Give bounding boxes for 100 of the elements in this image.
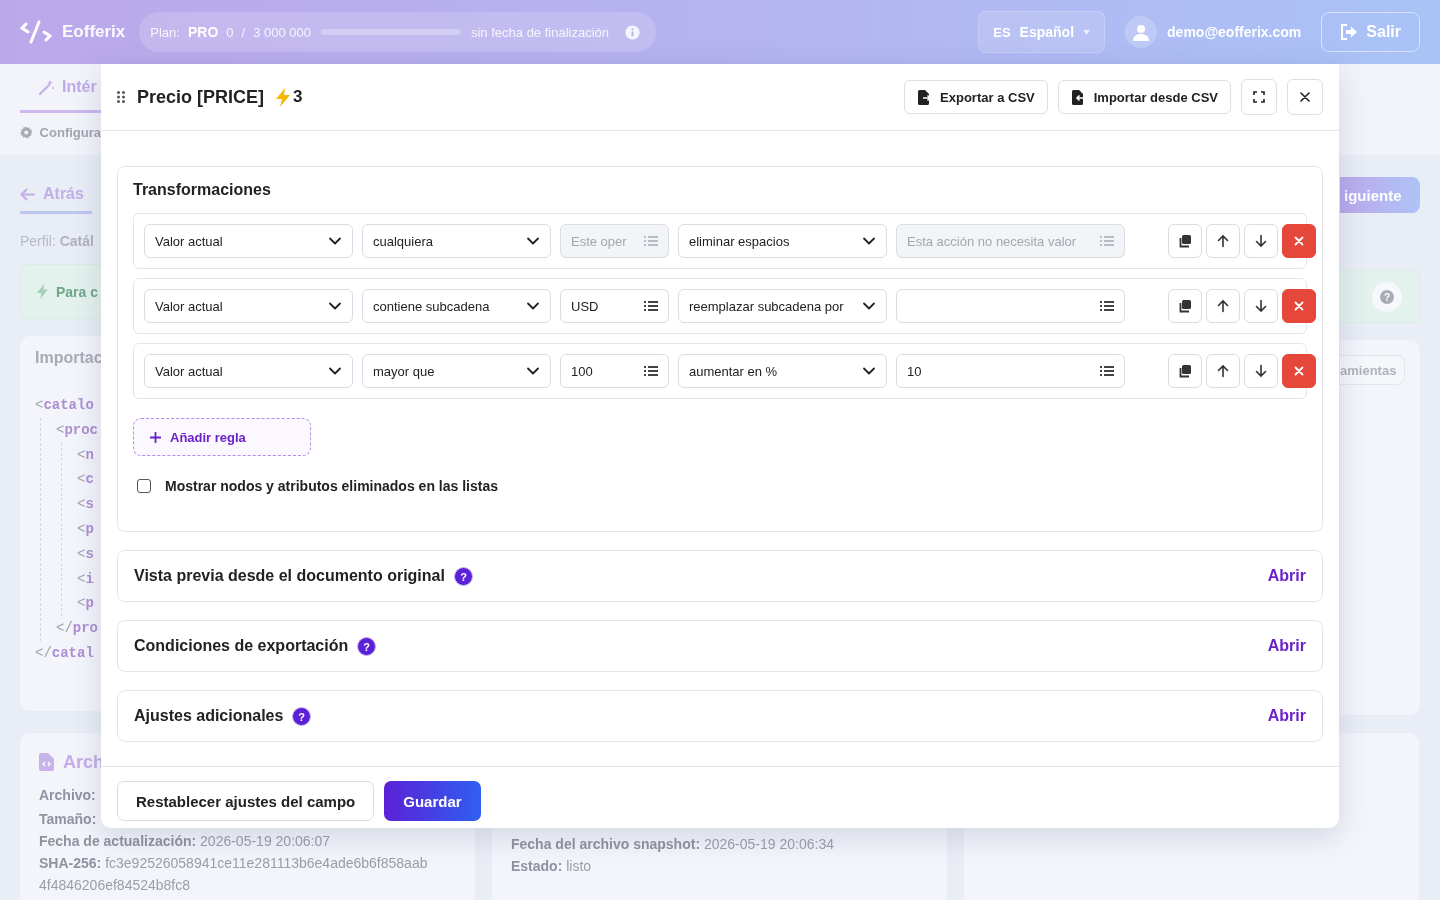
detail-value: 2026-05-19 20:06:07 [200, 833, 331, 849]
dropdown[interactable]: reemplazar subcadena por [678, 289, 887, 323]
logo-icon [20, 20, 52, 44]
plus-icon [150, 431, 161, 443]
reset-button[interactable]: Restablecer ajustes del campo [117, 781, 375, 821]
delete-button[interactable] [1282, 354, 1316, 388]
duplicate-button[interactable] [1168, 354, 1202, 388]
xml-line: <catalo [35, 396, 95, 415]
input-field[interactable]: 100 [560, 354, 669, 388]
gear-icon [20, 126, 33, 139]
plan-limit: 3 000 000 [253, 24, 311, 40]
list-icon [644, 235, 658, 247]
dropdown[interactable]: Valor actual [144, 354, 353, 388]
section-title: Transformaciones [133, 181, 272, 199]
dropdown[interactable]: cualquiera [362, 224, 551, 258]
dropdown[interactable]: Valor actual [144, 224, 353, 258]
caret-icon [1083, 29, 1091, 35]
xml-line: </catal [35, 643, 95, 663]
duplicate-button[interactable] [1168, 289, 1202, 323]
plan-expiry: sin fecha de finalización [471, 24, 609, 40]
copy-icon [1178, 299, 1192, 313]
notice-text: Para c [56, 283, 99, 300]
xml-line: <i [77, 569, 95, 589]
xml-line: <c [77, 470, 95, 490]
collapsible-section[interactable]: Vista previa desde el documento original ? Abrir [117, 550, 1323, 602]
dropdown[interactable]: eliminar espacios [678, 224, 887, 258]
delete-button[interactable] [1282, 289, 1316, 323]
delete-button[interactable] [1282, 224, 1316, 258]
checkbox[interactable] [137, 479, 151, 493]
detail-label: Archivo: [39, 787, 96, 803]
collapsible-section[interactable]: Condiciones de exportación ? Abrir [117, 620, 1323, 672]
arrow-down-icon [1254, 234, 1268, 248]
open-link[interactable]: Abrir [1267, 567, 1306, 585]
move-up-button[interactable] [1206, 224, 1240, 258]
bolt-icon [37, 284, 48, 299]
file-icon [39, 753, 54, 771]
xml-line: <n [77, 445, 95, 465]
arrow-down-icon [1254, 299, 1268, 313]
save-button[interactable]: Guardar [384, 781, 481, 821]
help-icon[interactable]: ? [453, 566, 473, 586]
detail-value: 4f4846206ef84524b8fc8 [39, 877, 191, 893]
plan-used: 0 [226, 24, 234, 40]
detail-label: Estado: [511, 858, 563, 874]
collapsible-section[interactable]: Ajustes adicionales ? Abrir [117, 690, 1323, 742]
modal-title: Precio [PRICE] [137, 86, 265, 108]
open-link[interactable]: Abrir [1267, 637, 1306, 655]
help-icon[interactable]: ? [357, 636, 377, 656]
dropdown[interactable]: mayor que [362, 354, 551, 388]
move-down-button[interactable] [1244, 289, 1278, 323]
brand-name: Eofferix [62, 22, 126, 42]
dropdown[interactable]: Valor actual [144, 289, 353, 323]
close-icon [1293, 235, 1305, 247]
arrow-down-icon [1254, 364, 1268, 378]
section-title: Condiciones de exportación [134, 637, 349, 655]
duplicate-button[interactable] [1168, 224, 1202, 258]
export-button[interactable]: Exportar a CSV [904, 80, 1048, 114]
checkbox-label[interactable]: Mostrar nodos y atributos eliminados en las listas [165, 478, 498, 494]
arrow-left-icon [20, 187, 35, 201]
help-icon[interactable]: ? [292, 706, 312, 726]
close-icon [1293, 300, 1305, 312]
section-title: Ajustes adicionales [134, 707, 284, 725]
close-icon [1300, 92, 1310, 102]
card-title: Importac [35, 349, 101, 367]
list-icon [644, 300, 658, 312]
close-icon [1293, 365, 1305, 377]
move-down-button[interactable] [1244, 224, 1278, 258]
dropdown[interactable]: contiene subcadena [362, 289, 551, 323]
add-rule-button[interactable]: Añadir regla [133, 418, 311, 456]
close-button[interactable] [1287, 79, 1323, 115]
drag-handle-icon[interactable] [117, 91, 125, 103]
input-field[interactable]: USD [560, 289, 669, 323]
bolt-icon [276, 87, 291, 107]
xml-line: <s [77, 544, 95, 564]
magic-wand-icon [38, 78, 55, 96]
xml-line: <p [77, 594, 95, 614]
input-field[interactable] [896, 289, 1125, 323]
move-up-button[interactable] [1206, 289, 1240, 323]
arrow-up-icon [1216, 234, 1230, 248]
dropdown[interactable]: aumentar en % [678, 354, 887, 388]
list-icon [1100, 365, 1114, 377]
list-icon [644, 365, 658, 377]
detail-value: listo [566, 858, 592, 874]
fullscreen-icon [1253, 91, 1265, 103]
open-link[interactable]: Abrir [1267, 707, 1306, 725]
move-up-button[interactable] [1206, 354, 1240, 388]
plan-separator: / [241, 24, 246, 40]
import-button[interactable]: Importar desde CSV [1057, 80, 1231, 114]
detail-label: Fecha del archivo snapshot: [511, 836, 701, 852]
arrow-up-icon [1216, 364, 1230, 378]
detail-label: SHA-256: [39, 855, 102, 871]
section-title: Vista previa desde el documento original [134, 567, 445, 585]
file-icon [1070, 89, 1086, 105]
logout-icon [1340, 24, 1359, 40]
input-field[interactable]: 10 [896, 354, 1125, 388]
detail-label: Fecha de actualización: [39, 833, 197, 849]
list-icon [1100, 235, 1114, 247]
detail-value: 2026-05-19 20:06:34 [703, 836, 834, 852]
xml-line: <p [77, 520, 95, 539]
move-down-button[interactable] [1244, 354, 1278, 388]
fullscreen-button[interactable] [1241, 79, 1277, 115]
